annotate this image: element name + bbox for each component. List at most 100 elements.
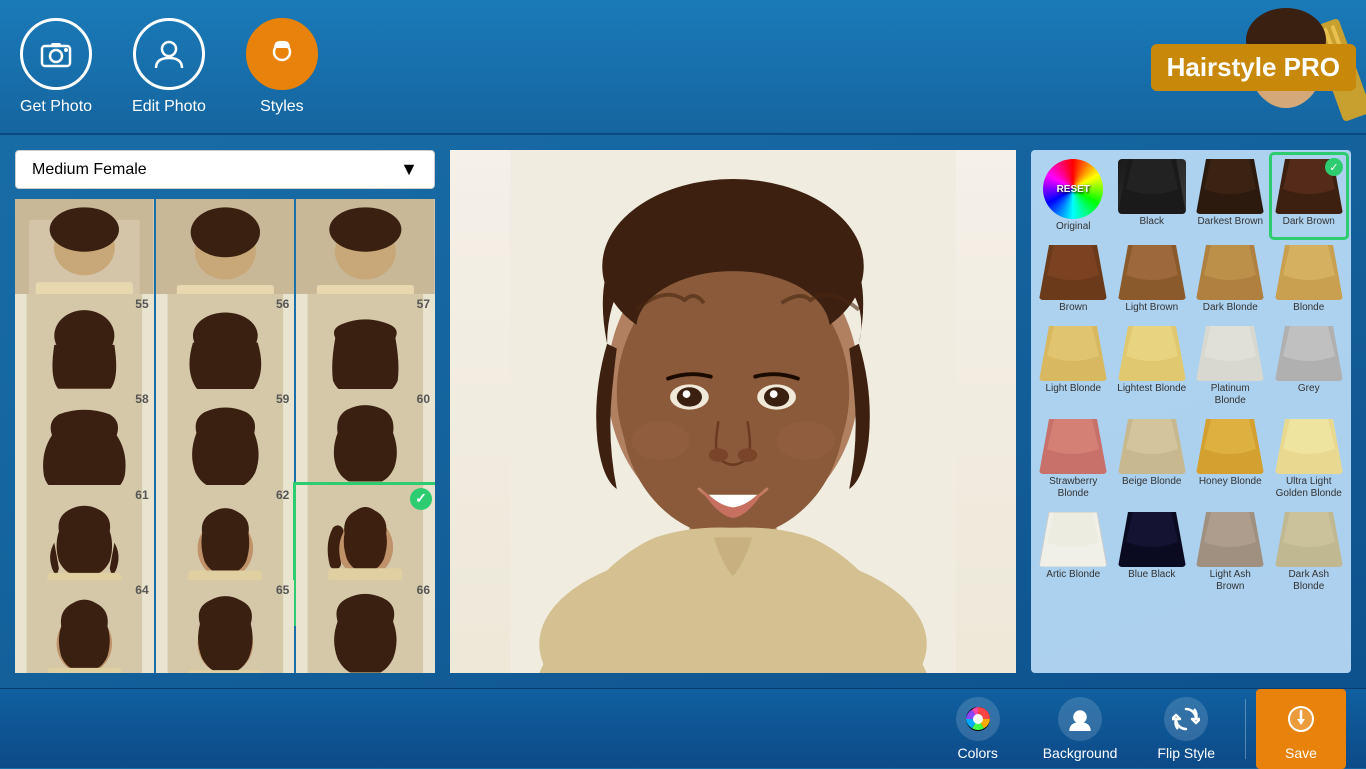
swatch-label-artic-blonde: Artic Blonde — [1046, 569, 1100, 581]
color-swatch-dark-ash-blonde[interactable]: Dark Ash Blonde — [1272, 508, 1347, 597]
color-swatch-blue-black[interactable]: Blue Black — [1115, 508, 1190, 597]
edit-photo-label: Edit Photo — [132, 98, 206, 116]
style-num-59: 59 — [276, 392, 289, 406]
camera-icon — [20, 18, 92, 90]
color-swatch-strawberry-blonde[interactable]: Strawberry Blonde — [1036, 415, 1111, 504]
color-swatch-platinum-blonde[interactable]: Platinum Blonde — [1193, 322, 1268, 411]
color-swatch-light-blonde[interactable]: Light Blonde — [1036, 322, 1111, 411]
reset-text: RESET — [1057, 184, 1090, 195]
style-num-62: 62 — [276, 488, 289, 502]
face-preview-svg — [450, 150, 1016, 673]
app-title: Hairstyle PRO — [1151, 44, 1356, 91]
style-num-56: 56 — [276, 297, 289, 311]
style-num-66: 66 — [417, 583, 430, 597]
swatch-img-ultra-light-golden — [1275, 419, 1343, 474]
preview-panel — [450, 150, 1016, 673]
swatch-img-black — [1118, 159, 1186, 214]
style-num-64: 64 — [135, 583, 148, 597]
swatch-img-blue-black — [1118, 512, 1186, 567]
swatch-label-light-brown: Light Brown — [1125, 302, 1178, 314]
swatch-img-brown — [1039, 245, 1107, 300]
swatch-label-dark-ash-blonde: Dark Ash Blonde — [1274, 569, 1345, 593]
nav-edit-photo[interactable]: Edit Photo — [132, 18, 206, 116]
color-swatch-beige-blonde[interactable]: Beige Blonde — [1115, 415, 1190, 504]
swatch-label-platinum-blonde: Platinum Blonde — [1195, 383, 1266, 407]
get-photo-label: Get Photo — [20, 98, 92, 116]
swatch-label-black: Black — [1140, 216, 1164, 228]
swatch-img-artic-blonde — [1039, 512, 1107, 567]
swatch-img-beige-blonde — [1118, 419, 1186, 474]
swatch-img-light-blonde — [1039, 326, 1107, 381]
dropdown-value: Medium Female — [32, 161, 147, 179]
style-num-61: 61 — [135, 488, 148, 502]
style-thumb-66[interactable]: 66 — [296, 580, 435, 673]
style-num-55: 55 — [135, 297, 148, 311]
color-swatch-dark-brown[interactable]: ✓ Dark Brown — [1272, 155, 1347, 237]
swatch-label-blue-black: Blue Black — [1128, 569, 1175, 581]
category-dropdown[interactable]: Medium Female ▼ — [15, 150, 435, 189]
swatch-img-platinum-blonde — [1196, 326, 1264, 381]
swatch-check-dark-brown: ✓ — [1325, 158, 1343, 176]
swatch-label-dark-brown: Dark Brown — [1283, 216, 1335, 228]
main-content: Medium Female ▼ — [0, 135, 1366, 688]
background-label: Background — [1043, 745, 1118, 761]
swatch-img-light-ash-brown — [1196, 512, 1264, 567]
swatch-img-light-brown — [1118, 245, 1186, 300]
color-grid: RESET Original Black Darkest Brown — [1036, 155, 1346, 597]
flip-icon — [1164, 697, 1208, 741]
color-swatch-dark-blonde[interactable]: Dark Blonde — [1193, 241, 1268, 318]
bottom-bar: Colors Background Flip Style — [0, 688, 1366, 768]
styles-label: Styles — [260, 98, 304, 116]
color-swatch-darkest-brown[interactable]: Darkest Brown — [1193, 155, 1268, 237]
color-swatch-black[interactable]: Black — [1115, 155, 1190, 237]
swatch-label-light-blonde: Light Blonde — [1045, 383, 1101, 395]
swatch-label-brown: Brown — [1059, 302, 1087, 314]
swatch-img-dark-blonde — [1196, 245, 1264, 300]
style-num-60: 60 — [417, 392, 430, 406]
style-num-58: 58 — [135, 392, 148, 406]
save-action[interactable]: Save — [1256, 689, 1346, 769]
swatch-label-honey-blonde: Honey Blonde — [1199, 476, 1262, 488]
color-swatch-honey-blonde[interactable]: Honey Blonde — [1193, 415, 1268, 504]
flip-style-action[interactable]: Flip Style — [1137, 689, 1235, 769]
styles-panel: Medium Female ▼ — [15, 150, 435, 673]
chevron-down-icon: ▼ — [400, 159, 418, 180]
person-icon — [133, 18, 205, 90]
swatch-label-lightest-blonde: Lightest Blonde — [1117, 383, 1186, 395]
style-thumb-64[interactable]: 64 — [15, 580, 154, 673]
color-swatch-light-brown[interactable]: Light Brown — [1115, 241, 1190, 318]
color-swatch-grey[interactable]: Grey — [1272, 322, 1347, 411]
swatch-img-strawberry-blonde — [1039, 419, 1107, 474]
colors-label: Colors — [957, 745, 997, 761]
swatch-label-blonde: Blonde — [1293, 302, 1324, 314]
swatch-img-grey — [1275, 326, 1343, 381]
nav-get-photo[interactable]: Get Photo — [20, 18, 92, 116]
background-action[interactable]: Background — [1023, 689, 1138, 769]
colors-panel: RESET Original Black Darkest Brown — [1031, 150, 1351, 673]
swatch-label-light-ash-brown: Light Ash Brown — [1195, 569, 1266, 593]
hair-icon — [246, 18, 318, 90]
style-num-57: 57 — [417, 297, 430, 311]
swatch-img-darkest-brown — [1196, 159, 1264, 214]
logo-area: Hairstyle PRO — [1046, 0, 1366, 135]
style-thumb-65[interactable]: 65 — [156, 580, 295, 673]
color-swatch-ultra-light-golden[interactable]: Ultra Light Golden Blonde — [1272, 415, 1347, 504]
selected-check-63: ✓ — [410, 488, 432, 510]
color-swatch-reset[interactable]: RESET Original — [1036, 155, 1111, 237]
color-swatch-blonde[interactable]: Blonde — [1272, 241, 1347, 318]
flip-style-label: Flip Style — [1157, 745, 1215, 761]
swatch-label-ultra-light-golden: Ultra Light Golden Blonde — [1274, 476, 1345, 500]
swatch-img-dark-ash-blonde — [1275, 512, 1343, 567]
color-swatch-light-ash-brown[interactable]: Light Ash Brown — [1193, 508, 1268, 597]
color-swatch-lightest-blonde[interactable]: Lightest Blonde — [1115, 322, 1190, 411]
swatch-img-blonde — [1275, 245, 1343, 300]
photo-canvas — [450, 150, 1016, 673]
style-num-65: 65 — [276, 583, 289, 597]
nav-styles[interactable]: Styles — [246, 18, 318, 116]
color-swatch-brown[interactable]: Brown — [1036, 241, 1111, 318]
color-swatch-artic-blonde[interactable]: Artic Blonde — [1036, 508, 1111, 597]
save-label: Save — [1285, 745, 1317, 761]
swatch-label-darkest-brown: Darkest Brown — [1197, 216, 1263, 228]
colors-action[interactable]: Colors — [933, 689, 1023, 769]
swatch-label-reset: Original — [1056, 221, 1090, 233]
